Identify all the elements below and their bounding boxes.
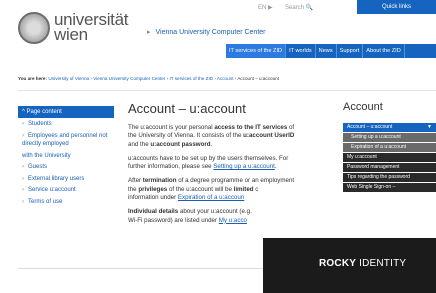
topnav-item-it-worlds[interactable]: IT worlds xyxy=(286,44,316,58)
leftnav-item-students[interactable]: Students xyxy=(18,118,114,130)
page-content-header[interactable]: ^ Page content xyxy=(18,106,114,118)
leftnav-item-service[interactable]: Service u:account xyxy=(18,184,114,196)
leftnav-item-terms[interactable]: Terms of use xyxy=(18,196,114,208)
logo-text: universität wien xyxy=(54,11,128,44)
topnav-item-support[interactable]: Support xyxy=(337,44,364,58)
my-account-link[interactable]: My u:acco xyxy=(219,217,247,224)
section-nav-item-expiration[interactable]: Expiration of a u:account xyxy=(343,143,436,152)
divider xyxy=(18,268,264,269)
breadcrumb-item[interactable]: Account xyxy=(217,76,234,81)
breadcrumb-current: Account – u:account xyxy=(237,76,279,81)
topnav-item-it-services[interactable]: IT services of the ZID xyxy=(226,44,287,58)
section-nav-item-password[interactable]: Password management xyxy=(343,163,436,172)
section-nav-item-my-account[interactable]: My u:account xyxy=(343,153,436,162)
brand-text: ROCKY IDENTITY xyxy=(319,258,407,269)
intro-paragraph: The u:account is your personal access to… xyxy=(128,124,295,148)
language-switch[interactable]: EN ▶ xyxy=(258,4,273,11)
termination-paragraph: After termination of a degree programme … xyxy=(128,177,295,202)
org-link[interactable]: Vienna University Computer Center xyxy=(147,28,266,36)
logo-line2: wien xyxy=(54,25,88,44)
search-link[interactable]: Search 🔍 xyxy=(285,4,313,11)
breadcrumb-item[interactable]: University of Vienna xyxy=(48,76,89,81)
leftnav-item-employees-cont[interactable]: with the University xyxy=(18,150,114,162)
topnav-item-about[interactable]: About the ZID xyxy=(363,44,405,58)
breadcrumb: You are here: University of Vienna › Vie… xyxy=(18,76,279,81)
section-nav-item-tips[interactable]: Tips regarding the password xyxy=(343,173,436,182)
topnav-item-news[interactable]: News xyxy=(316,44,337,58)
breadcrumb-item[interactable]: IT services of the ZID xyxy=(169,76,213,81)
expiration-link[interactable]: Expiration of a u:accoun xyxy=(178,194,244,201)
leftnav-item-guests[interactable]: Guests xyxy=(18,161,114,173)
page-title: Account – u:account xyxy=(128,101,246,116)
section-nav-item-account[interactable]: Account – u:account xyxy=(343,123,436,132)
divider xyxy=(18,90,436,91)
university-logo[interactable]: universität wien xyxy=(18,8,138,48)
quick-links-button[interactable]: Quick links xyxy=(357,0,436,14)
leftnav-item-library-users[interactable]: External library users xyxy=(18,173,114,185)
page-content-nav: ^ Page content Students Employees and pe… xyxy=(18,106,114,207)
university-seal-icon xyxy=(18,12,50,44)
leftnav-item-employees[interactable]: Employees and personnel not directly emp… xyxy=(18,130,114,150)
section-nav: Account Account – u:account Setting up a… xyxy=(343,100,436,193)
setup-paragraph: u:accounts have to be set up by the user… xyxy=(128,154,289,171)
breadcrumb-item[interactable]: Vienna University Computer Center xyxy=(93,76,165,81)
top-navigation: IT services of the ZID IT worlds News Su… xyxy=(226,44,436,58)
setup-link[interactable]: Setting up a u:account xyxy=(213,163,275,170)
section-nav-item-setup[interactable]: Setting up a u:account xyxy=(343,133,436,142)
details-paragraph: Individual details about your u:account … xyxy=(128,208,252,224)
breadcrumb-label: You are here: xyxy=(18,76,48,81)
main-content: Account – u:account The u:account is you… xyxy=(128,100,304,231)
section-title: Account xyxy=(343,101,383,113)
brand-overlay: ROCKY IDENTITY xyxy=(263,238,436,293)
section-nav-item-sso[interactable]: Web Single Sign-on – xyxy=(343,183,436,192)
